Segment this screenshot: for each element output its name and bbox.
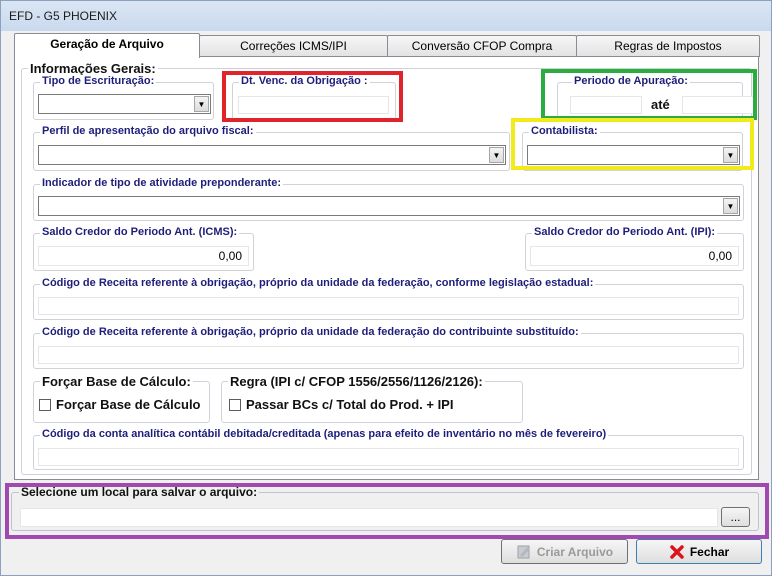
title-bar: EFD - G5 PHOENIX — [1, 1, 771, 31]
cod-receita-uf-label: Código de Receita referente à obrigação,… — [40, 277, 596, 289]
chevron-down-icon[interactable]: ▼ — [489, 147, 504, 163]
saldo-ipi-label: Saldo Credor do Periodo Ant. (IPI): — [532, 226, 718, 238]
informacoes-gerais-title: Informações Gerais: — [28, 61, 158, 76]
indicador-select[interactable]: ▼ — [38, 196, 740, 216]
cod-receita-st-group: Código de Receita referente à obrigação,… — [33, 326, 744, 369]
regra-group: Regra (IPI c/ CFOP 1556/2556/1126/2126):… — [221, 374, 523, 423]
perfil-label: Perfil de apresentação do arquivo fiscal… — [40, 125, 256, 137]
indicador-label: Indicador de tipo de atividade preponder… — [40, 177, 283, 189]
saldo-icms-label: Saldo Credor do Periodo Ant. (ICMS): — [40, 226, 240, 238]
checkbox-icon[interactable] — [39, 398, 51, 411]
conta-analitica-input[interactable] — [38, 448, 739, 466]
main-window: EFD - G5 PHOENIX Geração de Arquivo Corr… — [0, 0, 772, 576]
criar-arquivo-button[interactable]: Criar Arquivo — [501, 539, 628, 564]
tipo-escrituracao-group: Tipo de Escrituração: ▼ — [33, 75, 214, 120]
chevron-down-icon[interactable]: ▼ — [723, 198, 738, 214]
forcar-base-group: Forçar Base de Cálculo: Forçar Base de C… — [33, 374, 210, 423]
regra-group-label: Regra (IPI c/ CFOP 1556/2556/1126/2126): — [228, 374, 485, 389]
highlight-yellow — [511, 118, 754, 170]
cod-receita-uf-input[interactable] — [38, 297, 739, 315]
cod-receita-uf-group: Código de Receita referente à obrigação,… — [33, 277, 744, 320]
checkbox-icon[interactable] — [229, 398, 241, 411]
tipo-escrituracao-label: Tipo de Escrituração: — [40, 75, 157, 87]
cod-receita-st-label: Código de Receita referente à obrigação,… — [40, 326, 581, 338]
highlight-purple — [5, 483, 769, 539]
close-icon — [670, 544, 684, 559]
tab-correcoes-icms-ipi[interactable]: Correções ICMS/IPI — [199, 35, 388, 57]
criar-arquivo-label: Criar Arquivo — [536, 544, 614, 559]
tipo-escrituracao-select[interactable]: ▼ — [38, 94, 211, 114]
window-title: EFD - G5 PHOENIX — [9, 9, 118, 23]
forcar-base-checkbox-label: Forçar Base de Cálculo — [56, 397, 201, 412]
fechar-label: Fechar — [689, 544, 730, 559]
saldo-icms-group: Saldo Credor do Periodo Ant. (ICMS): 0,0… — [33, 226, 254, 271]
regra-checkbox[interactable]: Passar BCs c/ Total do Prod. + IPI — [229, 397, 453, 412]
create-file-icon — [517, 545, 530, 558]
regra-checkbox-label: Passar BCs c/ Total do Prod. + IPI — [246, 397, 454, 412]
cod-receita-st-input[interactable] — [38, 346, 739, 364]
indicador-group: Indicador de tipo de atividade preponder… — [33, 177, 744, 221]
saldo-icms-input[interactable]: 0,00 — [38, 246, 249, 266]
forcar-base-group-label: Forçar Base de Cálculo: — [40, 374, 193, 389]
fechar-button[interactable]: Fechar — [636, 539, 762, 564]
chevron-down-icon[interactable]: ▼ — [194, 96, 209, 112]
highlight-red — [222, 71, 403, 122]
tab-regras-impostos[interactable]: Regras de Impostos — [576, 35, 760, 57]
highlight-green — [541, 69, 757, 120]
perfil-select[interactable]: ▼ — [38, 145, 506, 165]
saldo-ipi-input[interactable]: 0,00 — [530, 246, 739, 266]
conta-analitica-label: Código da conta analítica contábil debit… — [40, 428, 609, 440]
tab-geracao-arquivo[interactable]: Geração de Arquivo — [14, 33, 200, 58]
perfil-group: Perfil de apresentação do arquivo fiscal… — [33, 125, 510, 171]
saldo-ipi-group: Saldo Credor do Periodo Ant. (IPI): 0,00 — [525, 226, 744, 271]
tab-conversao-cfop[interactable]: Conversão CFOP Compra — [387, 35, 577, 57]
conta-analitica-group: Código da conta analítica contábil debit… — [33, 428, 744, 470]
forcar-base-checkbox[interactable]: Forçar Base de Cálculo — [39, 397, 201, 412]
